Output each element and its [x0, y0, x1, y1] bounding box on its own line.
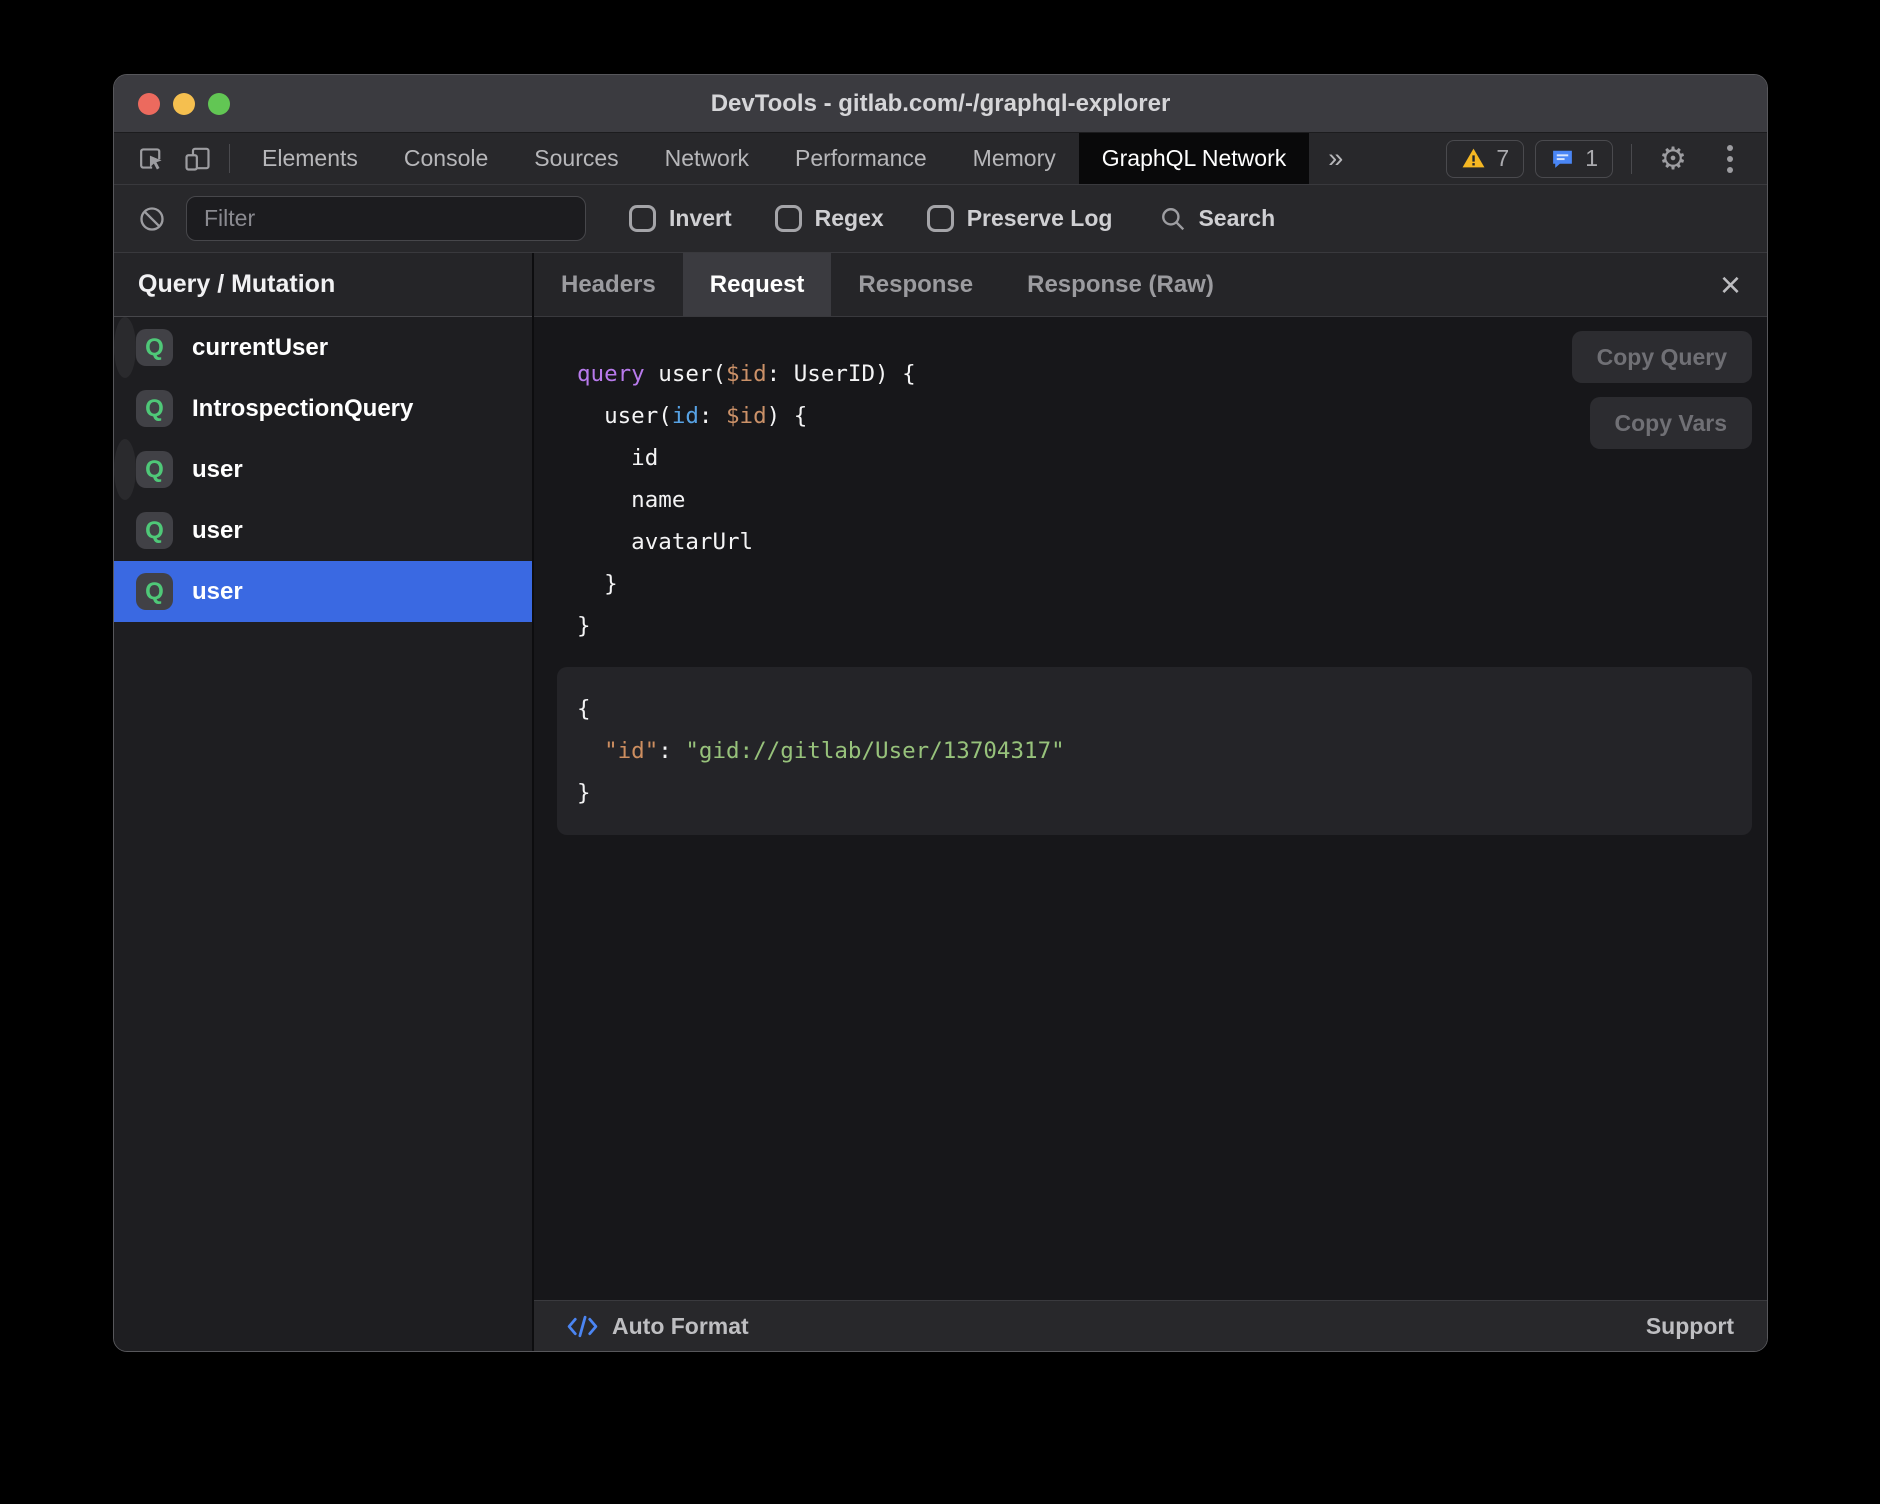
checkbox-preserve-log[interactable]: Preserve Log [927, 205, 1113, 232]
query-list: QcurrentUserQIntrospectionQueryQuserQuse… [114, 317, 532, 622]
warning-icon [1461, 146, 1486, 171]
block-icon [138, 205, 166, 233]
checkbox-box-icon [927, 205, 954, 232]
auto-format-label: Auto Format [612, 1313, 749, 1340]
query-list-item[interactable]: QcurrentUser [114, 317, 136, 378]
search-label: Search [1198, 205, 1275, 232]
detail-tab-response[interactable]: Response [831, 253, 1000, 316]
query-list-item[interactable]: Quser [114, 500, 532, 561]
query-list-item[interactable]: Quser [114, 439, 136, 500]
tab-console[interactable]: Console [381, 133, 511, 184]
code-brackets-icon [567, 1314, 598, 1339]
messages-badge[interactable]: 1 [1535, 140, 1613, 178]
code-line: } [577, 563, 1752, 605]
checkbox-box-icon [775, 205, 802, 232]
traffic-lights [138, 75, 230, 132]
variables-box: { "id": "gid://gitlab/User/13704317"} [557, 667, 1752, 835]
panel-content: Query / Mutation QcurrentUserQIntrospect… [114, 253, 1767, 1351]
filter-checkboxes: Invert Regex Preserve Log [586, 205, 1112, 232]
close-panel-button[interactable]: × [1712, 263, 1749, 307]
query-name-label: IntrospectionQuery [192, 395, 413, 423]
search-icon [1160, 206, 1186, 232]
filter-bar: Invert Regex Preserve Log Search [114, 185, 1767, 253]
query-type-badge: Q [136, 512, 173, 549]
issues-warning-badge[interactable]: 7 [1446, 140, 1524, 178]
toolbar-divider [1631, 144, 1632, 174]
query-type-badge: Q [136, 573, 173, 610]
titlebar: DevTools - gitlab.com/-/graphql-explorer [114, 75, 1767, 133]
tab-sources[interactable]: Sources [511, 133, 641, 184]
query-name-label: user [192, 456, 243, 484]
detail-tabs-list: HeadersRequestResponseResponse (Raw) [534, 253, 1241, 316]
code-line: avatarUrl [577, 521, 1752, 563]
checkbox-invert[interactable]: Invert [629, 205, 732, 232]
auto-format-button[interactable]: Auto Format [561, 1312, 755, 1341]
detail-tabs: HeadersRequestResponseResponse (Raw) × [534, 253, 1767, 317]
query-type-badge: Q [136, 451, 173, 488]
request-body: Copy Query Copy Vars query user($id: Use… [534, 317, 1767, 1300]
code-line: name [577, 479, 1752, 521]
query-type-badge: Q [136, 329, 173, 366]
variables-json-code: { "id": "gid://gitlab/User/13704317"} [577, 688, 1752, 814]
tab-network[interactable]: Network [642, 133, 772, 184]
query-type-badge: Q [136, 390, 173, 427]
search-button[interactable]: Search [1160, 205, 1275, 232]
main-toolbar: ElementsConsoleSourcesNetworkPerformance… [114, 133, 1767, 185]
statusbar: Auto Format Support [534, 1300, 1767, 1351]
devtools-panel-tabs: ElementsConsoleSourcesNetworkPerformance… [239, 133, 1309, 184]
detail-tab-request[interactable]: Request [683, 253, 832, 316]
settings-button[interactable]: ⚙ [1650, 141, 1696, 177]
message-count: 1 [1585, 145, 1598, 172]
maximize-window-button[interactable] [208, 93, 230, 115]
checkbox-label: Preserve Log [967, 205, 1113, 232]
minimize-window-button[interactable] [173, 93, 195, 115]
toolbar-right-group: 7 1 ⚙ [1446, 133, 1767, 184]
toggle-device-toolbar-button[interactable] [174, 133, 220, 184]
tab-graphql-network[interactable]: GraphQL Network [1079, 133, 1310, 184]
toolbar-divider [229, 144, 230, 173]
checkbox-label: Regex [815, 205, 884, 232]
checkbox-box-icon [629, 205, 656, 232]
kebab-menu-icon [1727, 145, 1733, 173]
request-detail-panel: HeadersRequestResponseResponse (Raw) × C… [534, 253, 1767, 1351]
devtools-window: DevTools - gitlab.com/-/graphql-explorer… [113, 74, 1768, 1352]
customize-menu-button[interactable] [1707, 145, 1753, 173]
query-name-label: user [192, 517, 243, 545]
device-toolbar-icon [182, 143, 213, 174]
code-line: { [577, 688, 1752, 730]
support-link[interactable]: Support [1640, 1312, 1740, 1341]
window-title: DevTools - gitlab.com/-/graphql-explorer [114, 90, 1767, 118]
clear-filter-button[interactable] [134, 205, 170, 233]
more-panels-button[interactable]: » [1309, 133, 1362, 184]
query-sidebar: Query / Mutation QcurrentUserQIntrospect… [114, 253, 534, 1351]
detail-tab-response-raw[interactable]: Response (Raw) [1000, 253, 1241, 316]
query-name-label: currentUser [192, 334, 328, 362]
checkbox-label: Invert [669, 205, 732, 232]
desktop-background: { "window": { "title": "DevTools - gitla… [0, 0, 1880, 1504]
copy-query-button[interactable]: Copy Query [1572, 331, 1752, 383]
code-line: "id": "gid://gitlab/User/13704317" [577, 730, 1752, 772]
code-line: } [577, 772, 1752, 814]
query-list-item[interactable]: Q IntrospectionQuery [114, 378, 532, 439]
tab-performance[interactable]: Performance [772, 133, 950, 184]
code-line: } [577, 605, 1752, 647]
checkbox-regex[interactable]: Regex [775, 205, 884, 232]
inspect-cursor-icon [136, 143, 167, 174]
gear-icon: ⚙ [1659, 141, 1687, 177]
copy-vars-button[interactable]: Copy Vars [1590, 397, 1753, 449]
tab-elements[interactable]: Elements [239, 133, 381, 184]
query-name-label: user [192, 578, 243, 606]
filter-input[interactable] [186, 196, 586, 241]
detail-tab-headers[interactable]: Headers [534, 253, 683, 316]
close-window-button[interactable] [138, 93, 160, 115]
sidebar-header: Query / Mutation [114, 253, 532, 317]
query-list-item[interactable]: Quser [114, 561, 532, 622]
inspect-element-button[interactable] [128, 133, 174, 184]
warning-count: 7 [1496, 145, 1509, 172]
message-bubble-icon [1550, 146, 1575, 171]
copy-buttons: Copy Query Copy Vars [1572, 331, 1752, 449]
tab-memory[interactable]: Memory [950, 133, 1079, 184]
